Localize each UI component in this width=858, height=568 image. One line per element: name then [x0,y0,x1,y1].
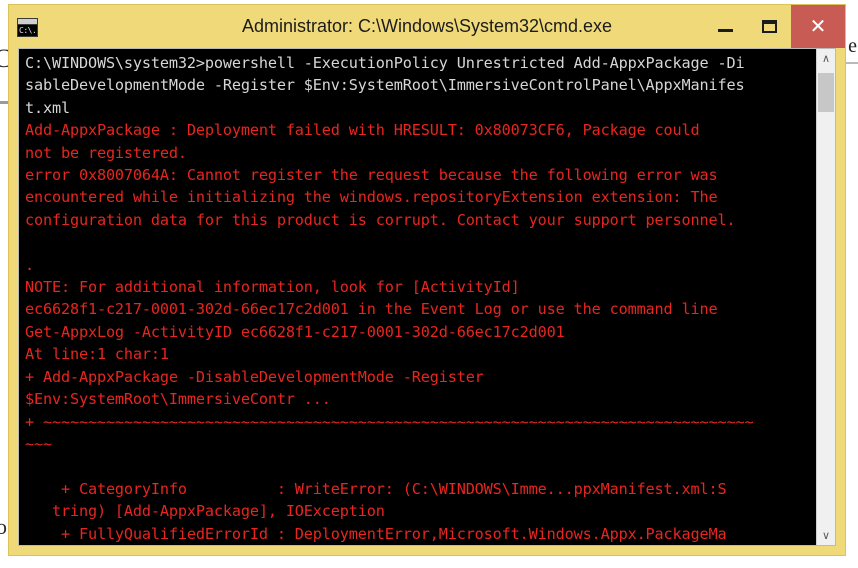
background-artifact-glyph-right: e [848,35,857,57]
command-prompt-window: C:\. Administrator: C:\Windows\System32\… [8,4,846,556]
console-line: . [25,255,34,274]
console-line: At line:1 char:1 [25,345,169,364]
maximize-button[interactable] [747,5,791,48]
console-output[interactable]: C:\WINDOWS\system32>powershell -Executio… [19,49,816,545]
console-line: + ~~~~~~~~~~~~~~~~~~~~~~~~~~~~~~~~~~~~~~… [25,412,754,431]
console-line: Get-AppxLog -ActivityID ec6628f1-c217-00… [25,322,565,341]
console-line: + CategoryInfo : WriteError: (C:\WINDOWS… [25,479,727,498]
console-line: + Add-AppxPackage -DisableDevelopmentMod… [25,367,484,386]
scroll-up-arrow-icon[interactable]: ∧ [817,49,835,68]
close-button[interactable]: ✕ [791,5,845,48]
close-icon: ✕ [809,16,827,38]
minimize-button[interactable] [703,5,747,48]
console-line: encountered while initializing the windo… [25,188,718,207]
cmd-app-icon[interactable]: C:\. [17,18,38,37]
console-scrollbar[interactable]: ∧ ∨ [816,49,835,545]
console-line: tring) [Add-AppxPackage], IOException [25,502,385,521]
console-client-area[interactable]: C:\WINDOWS\system32>powershell -Executio… [18,48,836,546]
scrollbar-thumb[interactable] [818,73,834,112]
console-line: sableDevelopmentMode -Register $Env:Syst… [25,76,745,95]
cmd-icon-prompt-text: C:\. [18,25,37,36]
console-line: ~~~ [25,434,52,453]
scrollbar-track[interactable] [817,68,835,526]
console-line: + FullyQualifiedErrorId : DeploymentErro… [25,524,727,543]
console-line: t.xml [25,98,70,117]
console-line: configuration data for this product is c… [25,210,736,229]
scroll-down-arrow-icon[interactable]: ∨ [817,526,835,545]
console-line: $Env:SystemRoot\ImmersiveContr ... [25,390,331,409]
maximize-icon [761,20,777,33]
console-line: error 0x8007064A: Cannot register the re… [25,166,718,185]
console-line: Add-AppxPackage : Deployment failed with… [25,121,700,140]
minimize-icon [717,29,733,32]
title-bar[interactable]: C:\. Administrator: C:\Windows\System32\… [9,5,845,48]
background-artifact-glyph-left-lower: o [0,514,7,539]
console-line: NOTE: For additional information, look f… [25,278,520,297]
window-controls: ✕ [703,5,845,48]
console-line: C:\WINDOWS\system32>powershell -Executio… [25,54,745,72]
console-line: ec6628f1-c217-0001-302d-66ec17c2d001 in … [25,300,718,319]
console-line: not be registered. [25,143,187,162]
